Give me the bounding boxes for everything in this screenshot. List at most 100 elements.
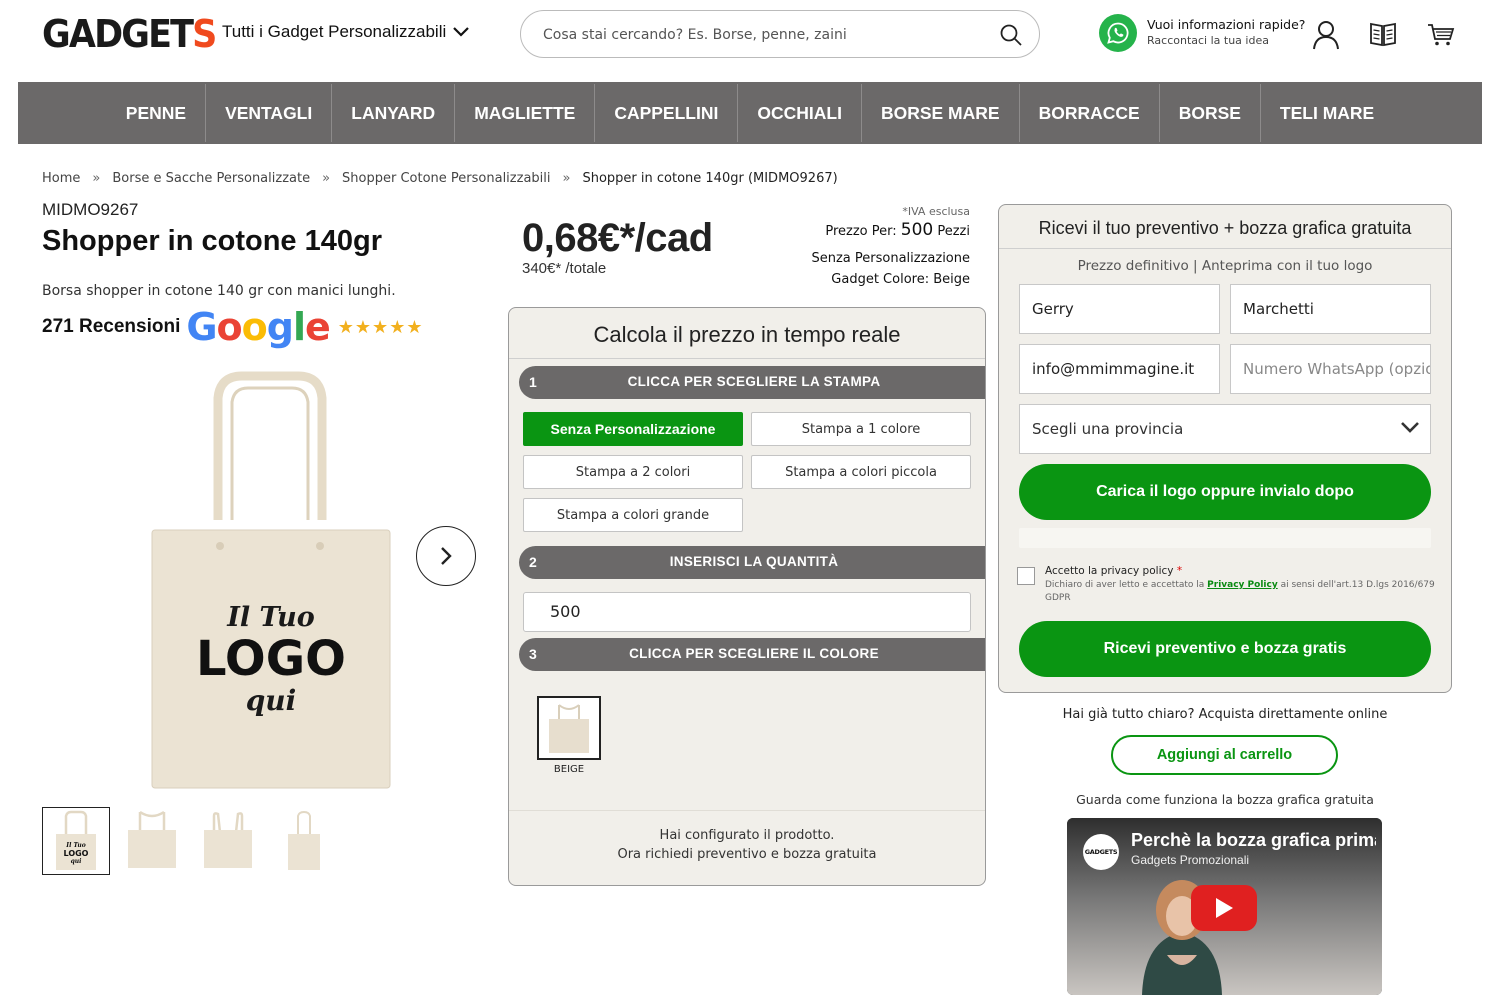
nav-item-penne[interactable]: PENNE xyxy=(107,84,207,142)
product-description: Borsa shopper in cotone 140 gr con manic… xyxy=(42,283,396,299)
rating-stars: ★★★★★ xyxy=(337,316,424,337)
thumbnail-strip: Il Tuo LOGO qui xyxy=(42,807,338,875)
whatsapp-subtitle: Raccontaci la tua idea xyxy=(1147,34,1269,47)
search-bar xyxy=(520,10,1040,58)
nav-item-ventagli[interactable]: VENTAGLI xyxy=(206,84,333,142)
total-price: 340€* /totale xyxy=(522,260,607,277)
reviews-row[interactable]: 271 Recensioni Google ★★★★★ xyxy=(42,307,423,347)
whatsapp-info[interactable]: Vuoi informazioni rapide? Raccontaci la … xyxy=(1147,17,1305,47)
cart-icon[interactable] xyxy=(1427,23,1455,47)
thumbnail-1[interactable]: Il Tuo LOGO qui xyxy=(42,807,110,875)
svg-text:qui: qui xyxy=(246,684,297,717)
whatsapp-icon[interactable] xyxy=(1099,14,1137,52)
add-to-cart-button[interactable]: Aggiungi al carrello xyxy=(1111,735,1338,775)
nav-item-teli-mare[interactable]: TELI MARE xyxy=(1261,84,1393,142)
privacy-checkbox[interactable] xyxy=(1017,567,1035,585)
step-2-header: 2 INSERISCI LA QUANTITÀ xyxy=(519,546,985,579)
breadcrumb: Home » Borse e Sacche Personalizzate » S… xyxy=(42,171,838,186)
quantity-input[interactable]: 500 xyxy=(523,592,971,632)
svg-text:Il Tuo: Il Tuo xyxy=(65,842,85,849)
upload-progress-bar xyxy=(1019,528,1431,548)
whatsapp-number-input[interactable] xyxy=(1243,360,1430,378)
svg-text:LOGO: LOGO xyxy=(64,849,89,858)
nav-item-borse[interactable]: BORSE xyxy=(1160,84,1261,142)
video-hint: Guarda come funziona la bozza grafica gr… xyxy=(1076,792,1374,807)
main-nav: PENNE VENTAGLI LANYARD MAGLIETTE CAPPELL… xyxy=(18,82,1482,144)
nav-item-magliette[interactable]: MAGLIETTE xyxy=(455,84,596,142)
image-next-button[interactable] xyxy=(416,526,476,586)
breadcrumb-home[interactable]: Home xyxy=(42,171,80,186)
province-select[interactable]: Scegli una provincia xyxy=(1019,404,1431,454)
search-icon[interactable] xyxy=(999,23,1023,47)
quote-form: Ricevi il tuo preventivo + bozza grafica… xyxy=(998,204,1452,693)
whatsapp-title: Vuoi informazioni rapide? xyxy=(1147,17,1306,32)
selected-color: Gadget Colore: Beige xyxy=(831,272,970,287)
product-sku: MIDMO9267 xyxy=(42,200,139,219)
product-title: Shopper in cotone 140gr xyxy=(42,225,382,257)
price-details: *IVA esclusa Prezzo Per: 500 Pezzi Senza… xyxy=(811,205,970,290)
step-label: CLICCA PER SCEGLIERE IL COLORE xyxy=(629,646,879,661)
video-channel: Gadgets Promozionali xyxy=(1131,853,1250,867)
first-name-field[interactable]: Gerry xyxy=(1019,284,1220,334)
thumbnail-2[interactable] xyxy=(118,807,186,875)
price-per-quantity: Prezzo Per: 500 Pezzi xyxy=(825,220,970,240)
option-print-color-small[interactable]: Stampa a colori piccola xyxy=(751,455,971,489)
step-3-header: 3 CLICCA PER SCEGLIERE IL COLORE xyxy=(519,638,985,671)
option-print-1-color[interactable]: Stampa a 1 colore xyxy=(751,412,971,446)
product-main-image[interactable]: Il Tuo LOGO qui xyxy=(140,370,400,795)
privacy-description: Dichiaro di aver letto e accettato la Pr… xyxy=(1045,580,1435,603)
direct-buy-text: Hai già tutto chiaro? Acquista direttame… xyxy=(1062,707,1388,722)
option-print-2-colors[interactable]: Stampa a 2 colori xyxy=(523,455,743,489)
thumbnail-4[interactable] xyxy=(270,807,338,875)
nav-item-borse-mare[interactable]: BORSE MARE xyxy=(862,84,1020,142)
categories-dropdown[interactable]: Tutti i Gadget Personalizzabili xyxy=(222,22,470,42)
google-logo: Google xyxy=(186,305,330,349)
breadcrumb-separator: » xyxy=(322,171,331,186)
privacy-policy-link[interactable]: Privacy Policy xyxy=(1207,580,1278,590)
chevron-down-icon xyxy=(453,27,470,37)
divider xyxy=(509,358,985,359)
option-no-personalization[interactable]: Senza Personalizzazione xyxy=(523,412,743,446)
channel-avatar: GADGETS xyxy=(1083,834,1119,870)
last-name-field[interactable]: Marchetti xyxy=(1230,284,1431,334)
unit-price: 0,68€*/cad xyxy=(522,216,713,260)
form-subtitle: Prezzo definitivo | Anteprima con il tuo… xyxy=(1077,258,1373,274)
upload-logo-button[interactable]: Carica il logo oppure invialo dopo xyxy=(1019,464,1431,520)
user-icon[interactable] xyxy=(1312,20,1340,50)
breadcrumb-current: Shopper in cotone 140gr (MIDMO9267) xyxy=(582,171,838,186)
svg-text:LOGO: LOGO xyxy=(196,631,346,687)
play-button-icon[interactable] xyxy=(1191,885,1257,931)
nav-item-lanyard[interactable]: LANYARD xyxy=(332,84,456,142)
video-title: Perchè la bozza grafica prima xyxy=(1131,830,1376,850)
breadcrumb-borse[interactable]: Borse e Sacche Personalizzate xyxy=(112,171,310,186)
calculator-title: Calcola il prezzo in tempo reale xyxy=(593,322,901,347)
nav-item-borracce[interactable]: BORRACCE xyxy=(1020,84,1160,142)
thumbnail-3[interactable] xyxy=(194,807,262,875)
svg-text:qui: qui xyxy=(71,858,83,865)
video-player[interactable]: GADGETS Perchè la bozza grafica prima Ga… xyxy=(1067,818,1382,995)
nav-item-cappellini[interactable]: CAPPELLINI xyxy=(595,84,739,142)
email-field[interactable]: info@mmimmagine.it xyxy=(1019,344,1220,394)
province-select-value: Scegli una provincia xyxy=(1032,420,1184,438)
reviews-count: 271 Recensioni xyxy=(42,316,181,337)
price-calculator: Calcola il prezzo in tempo reale 1 CLICC… xyxy=(508,307,986,886)
privacy-text: Accetto la privacy policy * Dichiaro di … xyxy=(1045,565,1445,605)
search-input[interactable] xyxy=(543,23,983,47)
vat-note: *IVA esclusa xyxy=(902,205,970,218)
breadcrumb-separator: » xyxy=(562,171,571,186)
step-label: CLICCA PER SCEGLIERE LA STAMPA xyxy=(627,374,881,389)
step-1-header: 1 CLICCA PER SCEGLIERE LA STAMPA xyxy=(519,366,985,399)
breadcrumb-shopper-cotone[interactable]: Shopper Cotone Personalizzabili xyxy=(342,171,550,186)
whatsapp-number-field[interactable] xyxy=(1230,344,1431,394)
submit-quote-button[interactable]: Ricevi preventivo e bozza gratis xyxy=(1019,621,1431,677)
breadcrumb-separator: » xyxy=(92,171,101,186)
selected-personalization: Senza Personalizzazione xyxy=(811,251,970,266)
chevron-right-icon xyxy=(441,547,452,565)
color-swatch-beige[interactable] xyxy=(537,696,601,760)
site-logo[interactable]: GADGETS xyxy=(42,14,217,54)
svg-text:Il Tuo: Il Tuo xyxy=(226,602,315,633)
step-label: INSERISCI LA QUANTITÀ xyxy=(669,554,839,569)
nav-item-occhiali[interactable]: OCCHIALI xyxy=(738,84,862,142)
option-print-color-large[interactable]: Stampa a colori grande xyxy=(523,498,743,532)
catalog-icon[interactable] xyxy=(1369,21,1397,47)
